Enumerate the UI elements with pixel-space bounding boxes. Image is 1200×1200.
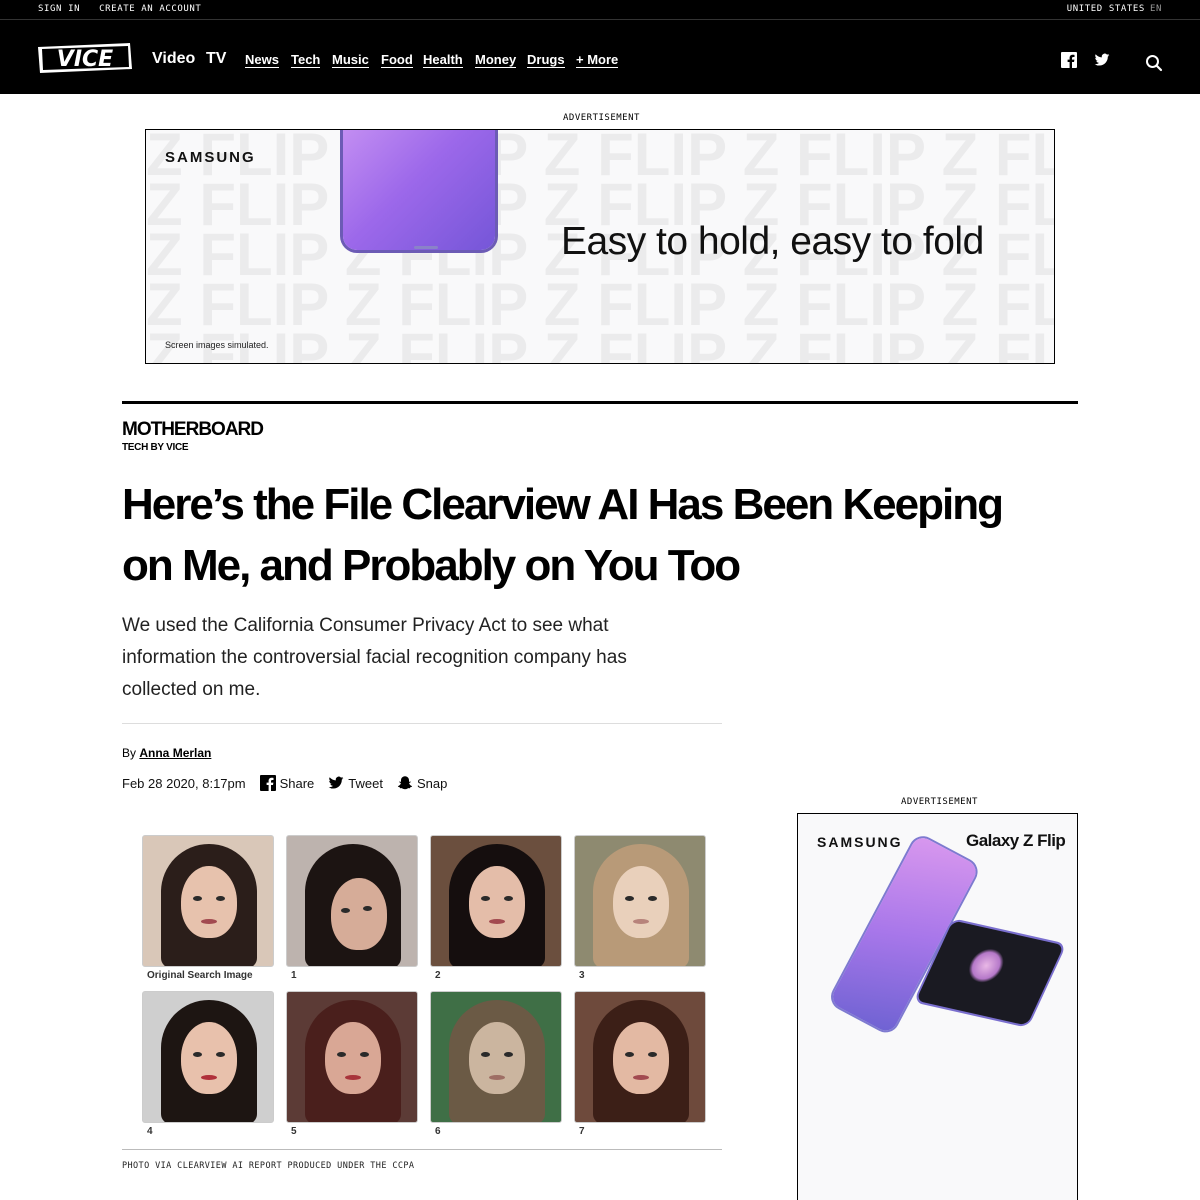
advertisement-label: ADVERTISEMENT	[901, 797, 978, 807]
banner-ad[interactable]: Z FLIP Z FLIP Z FLIP Z FLIP Z FLIP Z FLIP…	[145, 129, 1055, 364]
snap-button[interactable]: Snap	[397, 775, 447, 791]
caption-rule	[122, 1149, 722, 1150]
snap-label: Snap	[416, 775, 448, 791]
photo-original-search	[142, 835, 274, 967]
nav-food[interactable]: Food	[381, 53, 413, 68]
publish-date: Feb 28 2020, 8:17pm	[122, 775, 246, 791]
phone-hinge	[414, 246, 438, 249]
nav-money[interactable]: Money	[475, 53, 517, 68]
nav-music[interactable]: Music	[332, 53, 369, 68]
photo-match-1	[286, 835, 418, 967]
region-label: UNITED STATES	[1066, 4, 1145, 14]
main-nav: VICE Video TV News Tech Music Food Healt…	[0, 20, 1200, 94]
byline-prefix: By	[122, 746, 137, 760]
snapchat-icon	[397, 776, 413, 790]
language-label: EN	[1149, 4, 1162, 14]
photo-match-6	[430, 991, 562, 1123]
author-link[interactable]: Anna Merlan	[139, 746, 211, 760]
advertisement-label: ADVERTISEMENT	[563, 113, 640, 123]
nav-tv[interactable]: TV	[206, 50, 226, 68]
photo-label: 7	[579, 1126, 585, 1137]
tweet-button[interactable]: Tweet	[328, 775, 383, 791]
create-account-link[interactable]: CREATE AN ACCOUNT	[99, 4, 201, 14]
account-links: SIGN IN CREATE AN ACCOUNT	[38, 4, 201, 14]
ad-brand-logo: SAMSUNG	[817, 834, 903, 850]
photo-match-5	[286, 991, 418, 1123]
section-rule	[122, 401, 1078, 404]
ad-disclaimer: Screen images simulated.	[165, 340, 269, 350]
photo-label: 3	[579, 970, 585, 981]
article-dek: We used the California Consumer Privacy …	[122, 615, 627, 700]
article-meta: Feb 28 2020, 8:17pm Share Tweet Snap	[122, 775, 447, 791]
share-button[interactable]: Share	[259, 775, 315, 791]
vice-logo[interactable]: VICE	[36, 41, 134, 75]
sign-in-link[interactable]: SIGN IN	[38, 4, 80, 14]
share-label: Share	[279, 775, 315, 791]
photo-match-2	[430, 835, 562, 967]
nav-news[interactable]: News	[245, 53, 279, 68]
facebook-icon	[259, 775, 276, 791]
twitter-icon	[328, 776, 344, 789]
nav-video[interactable]: Video	[152, 50, 195, 68]
photo-match-4	[142, 991, 274, 1123]
photo-label: 1	[291, 970, 297, 981]
photo-label: 4	[147, 1126, 153, 1137]
byline: By Anna Merlan	[122, 746, 211, 760]
region-selector[interactable]: UNITED STATES EN	[1067, 4, 1162, 14]
header-divider	[122, 723, 722, 724]
article-figure: Original Search Image 1 2 3 4 5 6 7	[122, 820, 722, 1150]
ad-brand-logo: SAMSUNG	[165, 149, 256, 166]
photo-match-3	[574, 835, 706, 967]
svg-text:VICE: VICE	[57, 47, 113, 72]
ad-product-name: Galaxy Z Flip	[966, 831, 1066, 850]
nav-tech[interactable]: Tech	[291, 53, 321, 68]
nav-more[interactable]: + More	[576, 53, 619, 68]
twitter-icon[interactable]	[1094, 52, 1110, 68]
photo-label: 6	[435, 1126, 441, 1137]
photo-label: 2	[435, 970, 441, 981]
search-icon[interactable]	[1145, 54, 1163, 72]
section-logo[interactable]: MOTHERBOARD	[122, 419, 264, 441]
photo-label: Original Search Image	[147, 970, 253, 981]
article-title: Here’s the File Clearview AI Has Been Ke…	[122, 480, 1004, 590]
ad-headline: Easy to hold, easy to fold	[561, 220, 984, 263]
section-tagline: TECH BY VICE	[122, 442, 189, 453]
utility-bar: SIGN IN CREATE AN ACCOUNT UNITED STATES …	[0, 0, 1200, 20]
phone-image	[343, 130, 495, 250]
sidebar-ad[interactable]: SAMSUNG Galaxy Z Flip	[797, 813, 1078, 1200]
photo-caption: PHOTO VIA CLEARVIEW AI REPORT PRODUCED U…	[122, 1161, 415, 1171]
nav-drugs[interactable]: Drugs	[527, 53, 565, 68]
photo-label: 5	[291, 1126, 297, 1137]
tweet-label: Tweet	[348, 775, 383, 791]
photo-match-7	[574, 991, 706, 1123]
nav-health[interactable]: Health	[423, 53, 463, 68]
facebook-icon[interactable]	[1061, 52, 1077, 68]
